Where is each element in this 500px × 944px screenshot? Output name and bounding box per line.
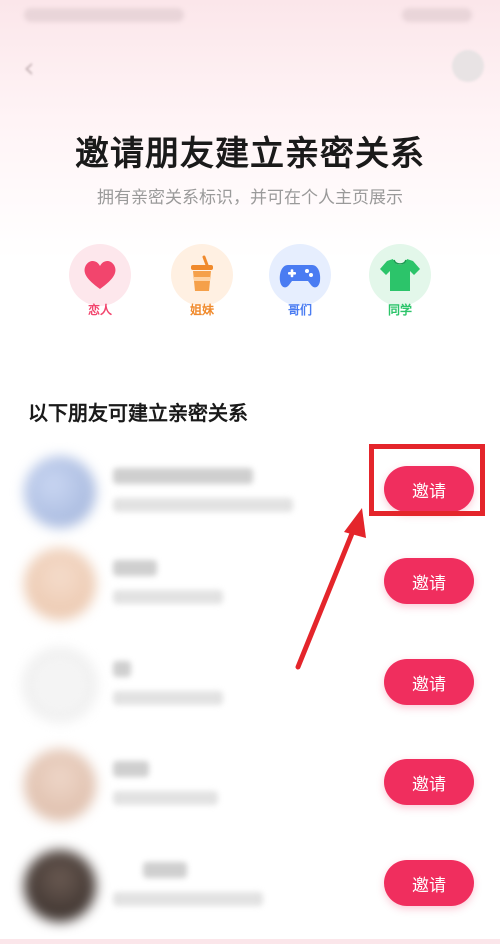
relationship-type-lover[interactable]: 恋人 [64, 244, 136, 324]
friend-desc-placeholder [113, 892, 263, 906]
friend-name-placeholder [113, 661, 131, 677]
page-subtitle: 拥有亲密关系标识，并可在个人主页展示 [97, 188, 403, 208]
avatar[interactable] [24, 850, 96, 922]
avatar[interactable] [24, 548, 96, 620]
invite-button[interactable]: 邀请 [384, 659, 474, 705]
status-bar [0, 0, 500, 40]
relationship-types: 恋人 姐妹 哥们 同学 [0, 244, 500, 324]
friend-name-placeholder [113, 560, 157, 576]
relationship-type-sisters-label: 姐妹 [189, 303, 214, 317]
relationship-type-sisters-circle [171, 244, 233, 306]
friends-section-title: 以下朋友可建立亲密关系 [28, 401, 248, 425]
friend-desc-placeholder [113, 498, 293, 512]
status-bar-right [402, 8, 472, 22]
settings-button[interactable] [452, 50, 484, 82]
tshirt-icon [380, 259, 420, 291]
friend-desc-placeholder [113, 691, 223, 705]
relationship-type-sisters[interactable]: 姐妹 [166, 244, 238, 324]
friend-row: 邀请 [0, 643, 500, 743]
invite-button[interactable]: 邀请 [384, 558, 474, 604]
back-button[interactable]: ‹ [14, 50, 44, 84]
friend-row: 邀请 [0, 844, 500, 944]
friend-desc-placeholder [113, 791, 218, 805]
relationship-type-classmates-circle [369, 244, 431, 306]
annotation-highlight-box [369, 444, 485, 516]
relationship-type-lover-label: 恋人 [87, 303, 112, 317]
friend-name-placeholder [143, 862, 187, 878]
friend-row: 邀请 [0, 542, 500, 642]
drink-cup-icon [191, 255, 213, 291]
avatar[interactable] [24, 749, 96, 821]
invite-button[interactable]: 邀请 [384, 860, 474, 906]
friend-name-placeholder [113, 761, 149, 777]
friend-row: 邀请 [0, 743, 500, 843]
status-bar-left [24, 8, 184, 22]
heart-icon [84, 260, 116, 289]
invite-button[interactable]: 邀请 [384, 759, 474, 805]
relationship-type-buddies[interactable]: 哥们 [264, 244, 336, 324]
avatar[interactable] [24, 456, 96, 528]
friend-desc-placeholder [113, 590, 223, 604]
friend-name-placeholder [113, 468, 253, 484]
relationship-type-classmates[interactable]: 同学 [364, 244, 436, 324]
gamepad-icon [279, 265, 321, 288]
relationship-type-classmates-label: 同学 [387, 303, 412, 317]
relationship-type-buddies-circle [269, 244, 331, 306]
page-title: 邀请朋友建立亲密关系 [75, 134, 425, 174]
relationship-type-lover-circle [69, 244, 131, 306]
avatar[interactable] [24, 649, 96, 721]
back-arrow-icon: ‹ [23, 50, 35, 84]
relationship-type-buddies-label: 哥们 [287, 303, 312, 317]
